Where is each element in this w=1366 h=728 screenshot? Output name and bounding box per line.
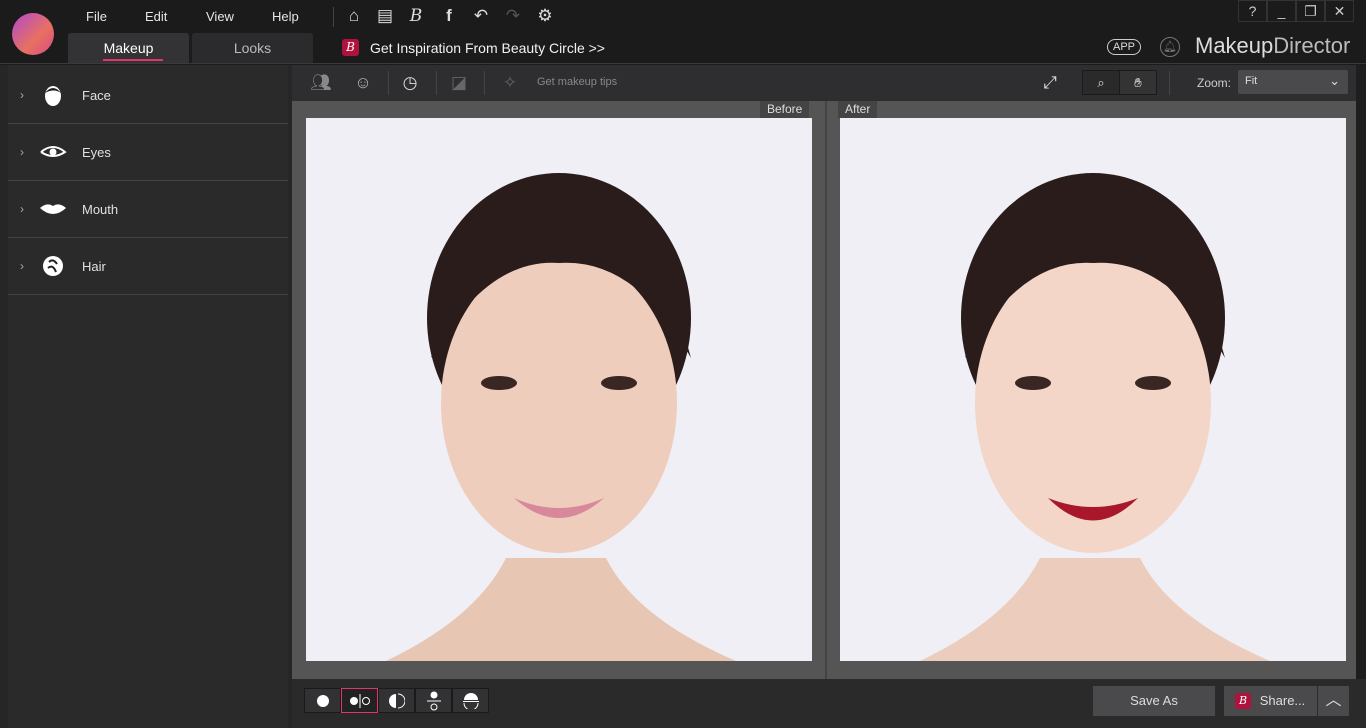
zoom-select[interactable]: Fit ⌄ [1238, 70, 1348, 94]
split-vertical-icon [388, 693, 405, 708]
split-horizontal-button[interactable] [452, 688, 489, 713]
facebook-icon[interactable]: f [438, 6, 460, 26]
zoom-label: Zoom: [1197, 76, 1232, 90]
side-by-side-button[interactable] [341, 688, 378, 713]
top-bottom-icon [426, 691, 441, 710]
redo-icon[interactable]: ↷ [502, 6, 524, 26]
beauty-circle-icon[interactable]: B [405, 6, 427, 26]
chevron-up-icon: ︿ [1325, 692, 1342, 709]
sidebar-item-eyes[interactable]: › Eyes [8, 124, 288, 181]
chevron-right-icon: › [20, 202, 24, 216]
tab-makeup[interactable]: Makeup [68, 33, 189, 63]
chevron-right-icon: › [20, 145, 24, 159]
close-button[interactable]: ✕ [1325, 0, 1354, 22]
save-icon[interactable]: ▤ [374, 6, 396, 26]
split-vertical-button[interactable] [378, 688, 415, 713]
sidebar-item-label: Hair [82, 258, 106, 274]
pan-hand-icon[interactable]: ✋︎ [1120, 71, 1156, 94]
sidebar-item-mouth[interactable]: › Mouth [8, 181, 288, 238]
beauty-circle-icon: B [342, 39, 359, 56]
home-icon[interactable]: ⌂ [343, 6, 365, 26]
zoom-tool-icon[interactable]: ⌕ [1083, 71, 1120, 94]
menu-view[interactable]: View [206, 9, 234, 24]
undo-icon[interactable]: ↶ [470, 6, 492, 26]
sidebar-item-face[interactable]: › Face [8, 67, 288, 124]
sidebar-item-label: Mouth [82, 201, 119, 217]
lips-icon [38, 197, 68, 221]
makeup-tips-icon[interactable]: ✧ [498, 71, 522, 95]
share-label: Share... [1259, 693, 1306, 708]
face-detect-icon[interactable]: ☺ [351, 71, 375, 95]
beauty-circle-link[interactable]: Get Inspiration From Beauty Circle >> [370, 40, 605, 56]
toolbar: 👥︎ ☺ ◷ ◪ ✧ Get makeup tips ⤢ ⌕ ✋︎ Zoom: … [292, 65, 1366, 101]
scrollbar[interactable] [1356, 65, 1366, 679]
tab-label: Looks [233, 40, 272, 56]
after-label: After [838, 101, 878, 118]
tab-label: Makeup [103, 40, 154, 56]
side-by-side-icon [349, 693, 370, 708]
top-bottom-button[interactable] [415, 688, 452, 713]
split-horizontal-icon [462, 692, 479, 709]
brand-light: Director [1273, 33, 1351, 58]
brand-bold: Makeup [1195, 33, 1274, 58]
circle-icon [316, 694, 329, 707]
after-photo[interactable] [840, 118, 1346, 661]
beauty-circle-icon: B [1235, 693, 1251, 709]
share-button[interactable]: B Share... [1224, 686, 1317, 716]
menu-edit[interactable]: Edit [145, 9, 167, 24]
menu-help[interactable]: Help [272, 9, 299, 24]
hair-icon [38, 254, 68, 278]
help-button[interactable]: ? [1238, 0, 1267, 22]
zoom-value: Fit [1245, 75, 1258, 87]
makeup-tips-link[interactable]: Get makeup tips [537, 76, 617, 88]
chevron-right-icon: › [20, 88, 24, 102]
fullscreen-icon[interactable]: ⤢ [1038, 71, 1062, 95]
sidebar-item-label: Eyes [82, 144, 111, 160]
gear-icon[interactable]: ⚙ [534, 6, 556, 26]
history-icon[interactable]: ◷ [398, 71, 422, 95]
tab-looks[interactable]: Looks [192, 33, 313, 63]
sidebar-item-label: Face [82, 87, 111, 103]
bottom-bar: Save As B Share... ︿ [292, 679, 1366, 728]
photo-canvas: Before After [292, 101, 1356, 679]
chevron-right-icon: › [20, 259, 24, 273]
face-icon [38, 83, 68, 107]
minimize-button[interactable]: _ [1267, 0, 1296, 22]
before-photo[interactable] [306, 118, 812, 661]
app-badge[interactable]: APP [1107, 39, 1142, 55]
chevron-down-icon: ⌄ [1329, 73, 1340, 88]
multi-face-icon[interactable]: 👥︎ [309, 71, 333, 95]
bell-icon[interactable]: 🔔︎ [1160, 37, 1180, 57]
sidebar: › Face › Eyes › Mouth › Hair [0, 65, 292, 728]
app-logo [12, 13, 54, 55]
brand-name: MakeupDirector [1195, 33, 1350, 59]
menu-file[interactable]: File [86, 9, 107, 24]
before-label: Before [760, 101, 810, 118]
restore-button[interactable]: ❐ [1296, 0, 1325, 22]
save-as-button[interactable]: Save As [1093, 686, 1215, 716]
expand-button[interactable]: ︿ [1318, 686, 1349, 716]
compare-region-icon[interactable]: ◪ [447, 71, 471, 95]
sidebar-item-hair[interactable]: › Hair [8, 238, 288, 295]
title-bar: File Edit View Help ⌂ ▤ B f ↶ ↷ ⚙ Makeup… [0, 0, 1366, 64]
single-view-button[interactable] [304, 688, 341, 713]
eye-icon [38, 140, 68, 164]
